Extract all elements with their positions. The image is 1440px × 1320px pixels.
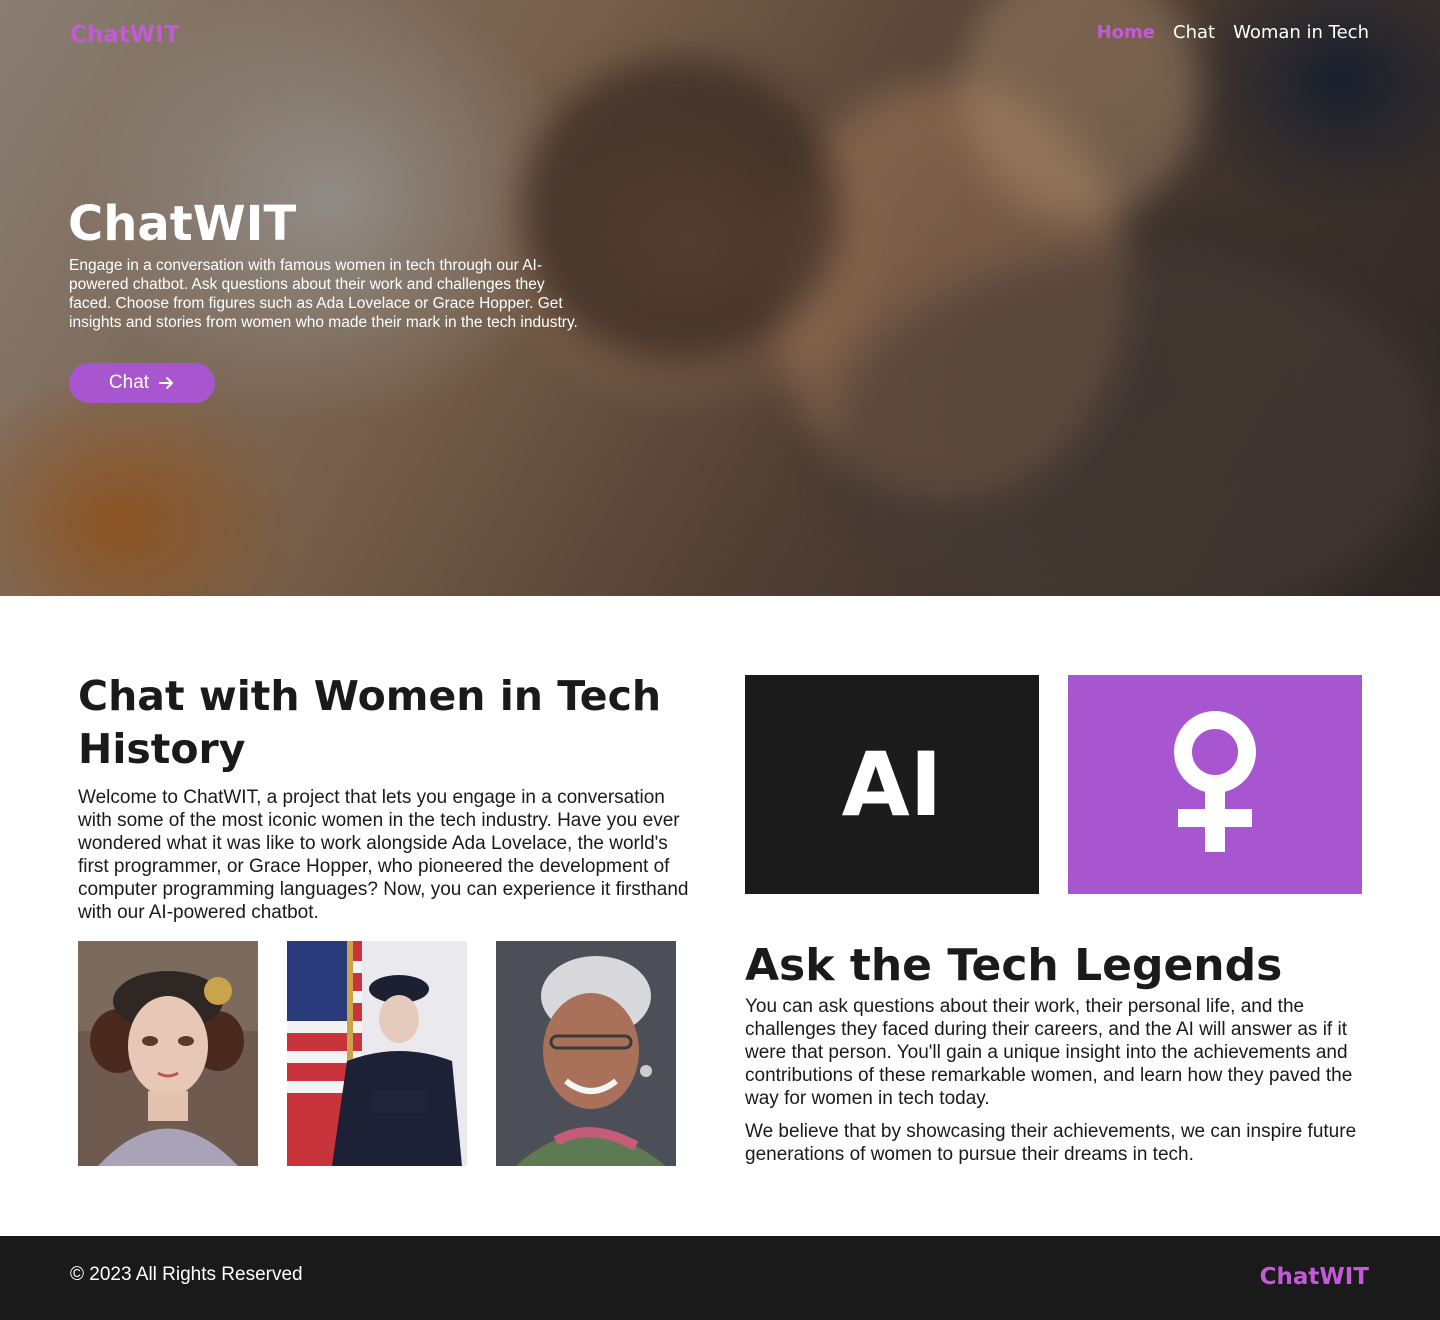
main-nav: Home Chat Woman in Tech (1097, 22, 1369, 43)
grace-hopper-image (287, 941, 467, 1166)
legends-title: Ask the Tech Legends (745, 940, 1283, 991)
nav-home[interactable]: Home (1097, 22, 1155, 43)
intro-title: Chat with Women in Tech History (78, 672, 662, 773)
grace-hopper-portrait (287, 941, 467, 1166)
legends-paragraph-1: You can ask questions about their work, … (745, 996, 1353, 1109)
legends-paragraph-2: We believe that by showcasing their achi… (745, 1121, 1357, 1165)
hero-section: ChatWIT Home Chat Woman in Tech ChatWIT … (0, 0, 1440, 596)
footer-logo[interactable]: ChatWIT (1260, 1264, 1369, 1290)
footer: © 2023 All Rights Reserved ChatWIT (0, 1236, 1440, 1320)
intro-text: Welcome to ChatWIT, a project that lets … (78, 787, 689, 923)
arrow-right-icon (159, 377, 174, 389)
ada-lovelace-portrait (78, 941, 258, 1166)
hero-description: Engage in a conversation with famous wom… (69, 257, 578, 331)
katherine-johnson-image (496, 941, 676, 1166)
hero-chat-button-label: Chat (108, 372, 150, 393)
hero-title: ChatWIT (68, 196, 297, 252)
copyright-text: © 2023 All Rights Reserved (70, 1264, 303, 1285)
female-symbol-icon (1174, 710, 1256, 852)
nav-chat[interactable]: Chat (1173, 22, 1215, 43)
ai-tile: AI (745, 675, 1039, 894)
ai-tile-label: AI (841, 733, 943, 836)
site-logo[interactable]: ChatWIT (70, 22, 179, 48)
nav-woman-in-tech[interactable]: Woman in Tech (1233, 22, 1369, 43)
female-symbol-tile (1068, 675, 1362, 894)
ada-lovelace-image (78, 941, 258, 1166)
katherine-johnson-portrait (496, 941, 676, 1166)
hero-chat-button[interactable]: Chat (69, 363, 215, 403)
